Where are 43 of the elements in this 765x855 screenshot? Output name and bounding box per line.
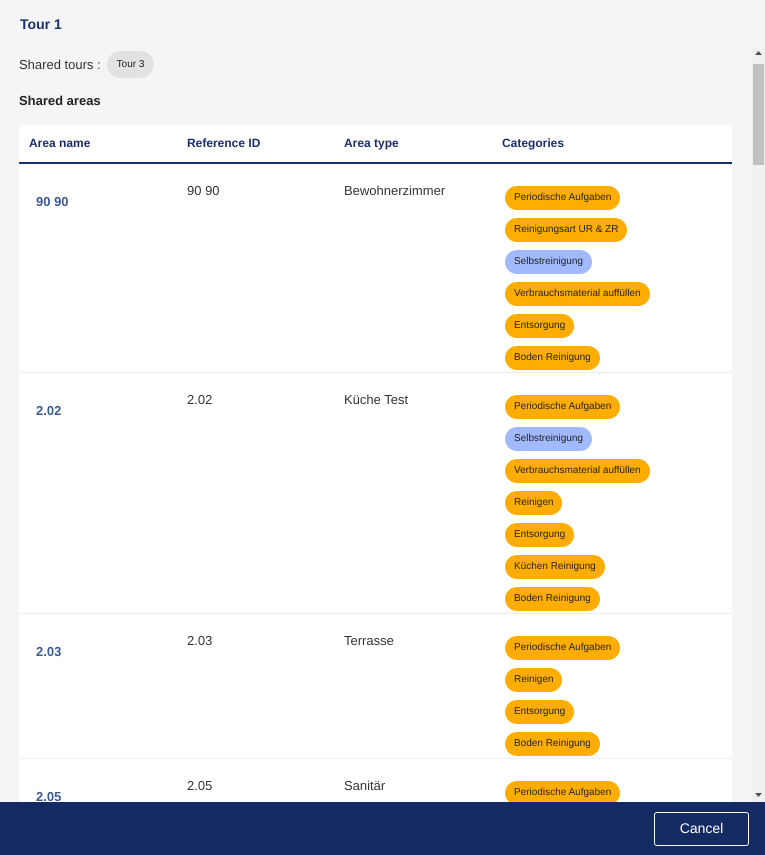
category-tag: Boden Reinigung <box>505 732 600 756</box>
category-tag: Periodische Aufgaben <box>505 636 620 660</box>
table-cell: Terrasse <box>344 632 394 648</box>
category-tag: Entsorgung <box>505 314 574 338</box>
table-cell: 90 90 <box>187 182 220 198</box>
category-tag: Boden Reinigung <box>505 346 600 370</box>
area-name[interactable]: 2.02 <box>36 400 62 420</box>
category-tag: Selbstreinigung <box>505 426 592 450</box>
table-cell: Bewohnerzimmer <box>344 182 446 198</box>
column-header: Reference ID <box>187 135 262 152</box>
category-tag: Entsorgung <box>505 522 574 546</box>
scroll-down-icon[interactable] <box>755 793 762 797</box>
scroll-thumb[interactable] <box>753 64 764 165</box>
category-tag: Reinigen <box>505 490 562 514</box>
category-tag: Verbrauchsmaterial auffüllen <box>505 282 650 306</box>
category-tag: Periodische Aufgaben <box>505 186 620 210</box>
column-header: Area name <box>29 135 92 152</box>
area-name[interactable]: 2.05 <box>36 786 62 802</box>
table-cell: Küche Test <box>344 392 408 406</box>
column-header: Categories <box>502 135 566 152</box>
category-tag: Periodische Aufgaben <box>505 394 620 418</box>
dialog-title: Tour 1 <box>20 15 63 34</box>
area-name[interactable]: 90 90 <box>36 192 69 211</box>
column-header: Area type <box>344 135 400 152</box>
tour-chip: Tour 3 <box>106 51 154 78</box>
scroll-up-icon[interactable] <box>755 51 762 55</box>
category-tag: Reinigen <box>505 668 562 692</box>
category-tag: Periodische Aufgaben <box>505 780 620 802</box>
table-cell: Sanitär <box>344 778 386 792</box>
section-title: Shared areas <box>19 92 102 110</box>
table-cell: 2.03 <box>187 632 212 648</box>
table-cell: 2.05 <box>187 778 212 792</box>
category-tag: Küchen Reinigung <box>505 554 605 578</box>
category-tag: Reinigungsart UR & ZR <box>505 218 628 242</box>
category-tag: Selbstreinigung <box>505 250 592 274</box>
category-tag: Entsorgung <box>505 700 574 724</box>
shared-tours-label: Shared tours : <box>19 56 101 74</box>
scrollbar[interactable] <box>752 47 765 802</box>
cancel-button[interactable]: Cancel <box>654 812 749 846</box>
table-cell: 2.02 <box>187 392 212 406</box>
category-tag: Verbrauchsmaterial auffüllen <box>505 458 650 482</box>
category-tag: Boden Reinigung <box>505 586 600 610</box>
area-name[interactable]: 2.03 <box>36 642 62 661</box>
